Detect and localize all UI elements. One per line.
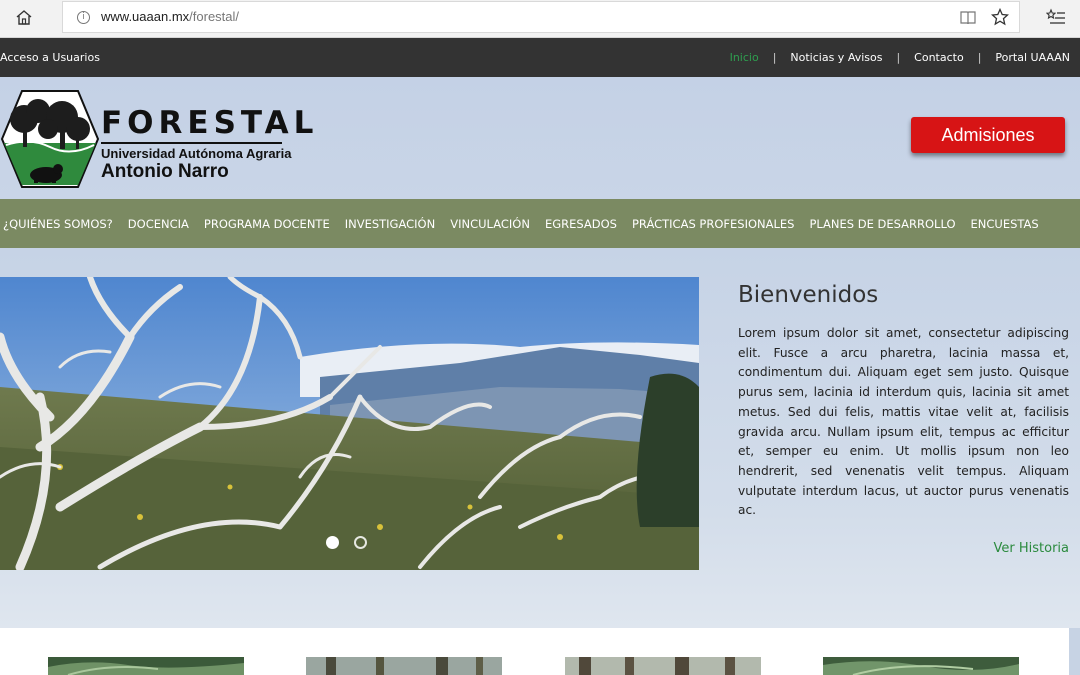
url-path: /forestal/ bbox=[189, 9, 240, 24]
top-nav-separator: | bbox=[977, 51, 982, 64]
favorite-star-icon[interactable] bbox=[990, 7, 1010, 26]
nav-item-egresados[interactable]: EGRESADOS bbox=[545, 217, 617, 231]
thumbnail-image[interactable] bbox=[823, 657, 1019, 675]
nav-item-investigacion[interactable]: INVESTIGACIÓN bbox=[345, 217, 436, 231]
top-nav-contacto[interactable]: Contacto bbox=[914, 51, 964, 64]
nav-item-practicas-profesionales[interactable]: PRÁCTICAS PROFESIONALES bbox=[632, 217, 794, 231]
hero-image bbox=[0, 277, 699, 570]
ver-historia-link[interactable]: Ver Historia bbox=[994, 541, 1070, 556]
nav-item-programa-docente[interactable]: PROGRAMA DOCENTE bbox=[204, 217, 330, 231]
top-nav-noticias[interactable]: Noticias y Avisos bbox=[790, 51, 882, 64]
top-utility-bar: Acceso a Usuarios Inicio | Noticias y Av… bbox=[0, 38, 1080, 77]
reading-view-icon[interactable] bbox=[959, 10, 977, 26]
url-text[interactable]: www.uaaan.mx/forestal/ bbox=[101, 9, 239, 24]
top-nav-separator: | bbox=[896, 51, 901, 64]
hero-slider[interactable] bbox=[0, 277, 699, 570]
site-header: FORESTAL Universidad Autónoma Agraria An… bbox=[0, 77, 1080, 199]
slider-dots bbox=[326, 536, 382, 549]
thumbnail-image[interactable] bbox=[306, 657, 502, 675]
thumbnail-image[interactable] bbox=[48, 657, 244, 675]
user-access-link[interactable]: Acceso a Usuarios bbox=[0, 51, 100, 64]
welcome-title: Bienvenidos bbox=[738, 282, 879, 308]
address-bar[interactable]: i www.uaaan.mx/forestal/ bbox=[62, 1, 1020, 33]
nav-item-encuestas[interactable]: ENCUESTAS bbox=[971, 217, 1039, 231]
logo-divider bbox=[101, 142, 282, 144]
main-nav: ¿QUIÉNES SOMOS? DOCENCIA PROGRAMA DOCENT… bbox=[0, 199, 1080, 248]
browser-toolbar: i www.uaaan.mx/forestal/ bbox=[0, 0, 1080, 38]
info-icon[interactable]: i bbox=[77, 11, 90, 24]
nav-item-vinculacion[interactable]: VINCULACIÓN bbox=[450, 217, 530, 231]
lower-panel bbox=[0, 628, 1069, 675]
nav-item-quienes-somos[interactable]: ¿QUIÉNES SOMOS? bbox=[3, 217, 113, 231]
top-nav-separator: | bbox=[772, 51, 777, 64]
top-nav: Inicio | Noticias y Avisos | Contacto | … bbox=[730, 51, 1070, 64]
logo-subtitle: Universidad Autónoma Agraria bbox=[101, 146, 292, 161]
top-nav-portal[interactable]: Portal UAAAN bbox=[995, 51, 1070, 64]
logo-title: FORESTAL bbox=[101, 105, 319, 141]
url-host: www.uaaan.mx bbox=[101, 9, 190, 24]
admissions-button[interactable]: Admisiones bbox=[911, 117, 1065, 153]
home-icon[interactable] bbox=[12, 7, 36, 29]
welcome-text: Lorem ipsum dolor sit amet, consectetur … bbox=[738, 326, 1069, 518]
forestal-logo-icon[interactable] bbox=[0, 89, 100, 189]
nav-item-docencia[interactable]: DOCENCIA bbox=[128, 217, 189, 231]
thumbnail-image[interactable] bbox=[565, 657, 761, 675]
favorites-hub-icon[interactable] bbox=[1045, 8, 1066, 26]
slider-dot-2[interactable] bbox=[354, 536, 367, 549]
nav-item-planes-de-desarrollo[interactable]: PLANES DE DESARROLLO bbox=[809, 217, 955, 231]
logo-name: Antonio Narro bbox=[101, 161, 229, 182]
slider-dot-1[interactable] bbox=[326, 536, 339, 549]
top-nav-inicio[interactable]: Inicio bbox=[730, 51, 759, 64]
